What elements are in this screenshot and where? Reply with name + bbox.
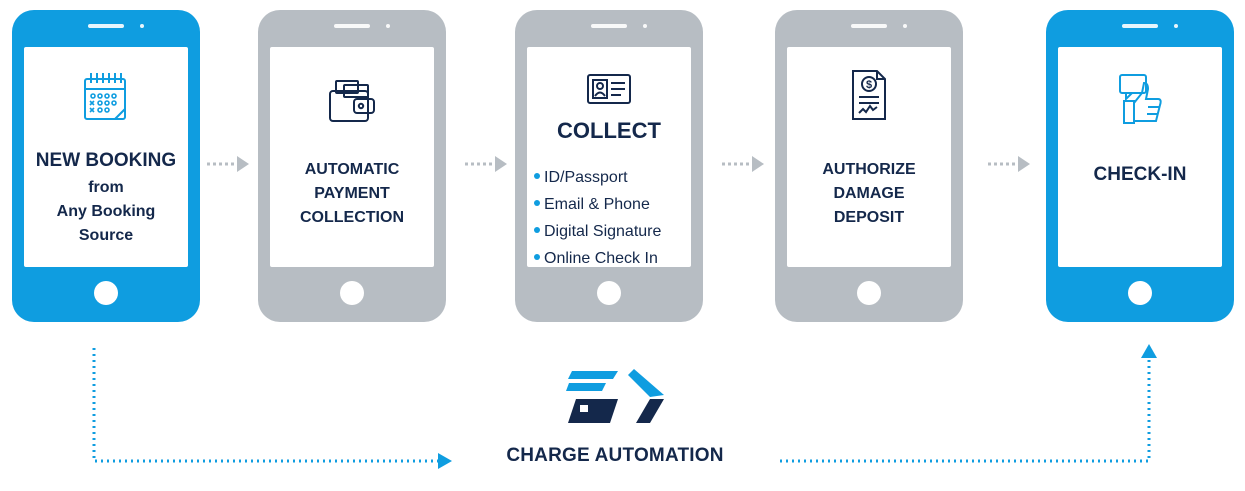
brand-name: CHARGE AUTOMATION — [506, 445, 724, 466]
charge-automation-logo-icon — [566, 369, 664, 423]
